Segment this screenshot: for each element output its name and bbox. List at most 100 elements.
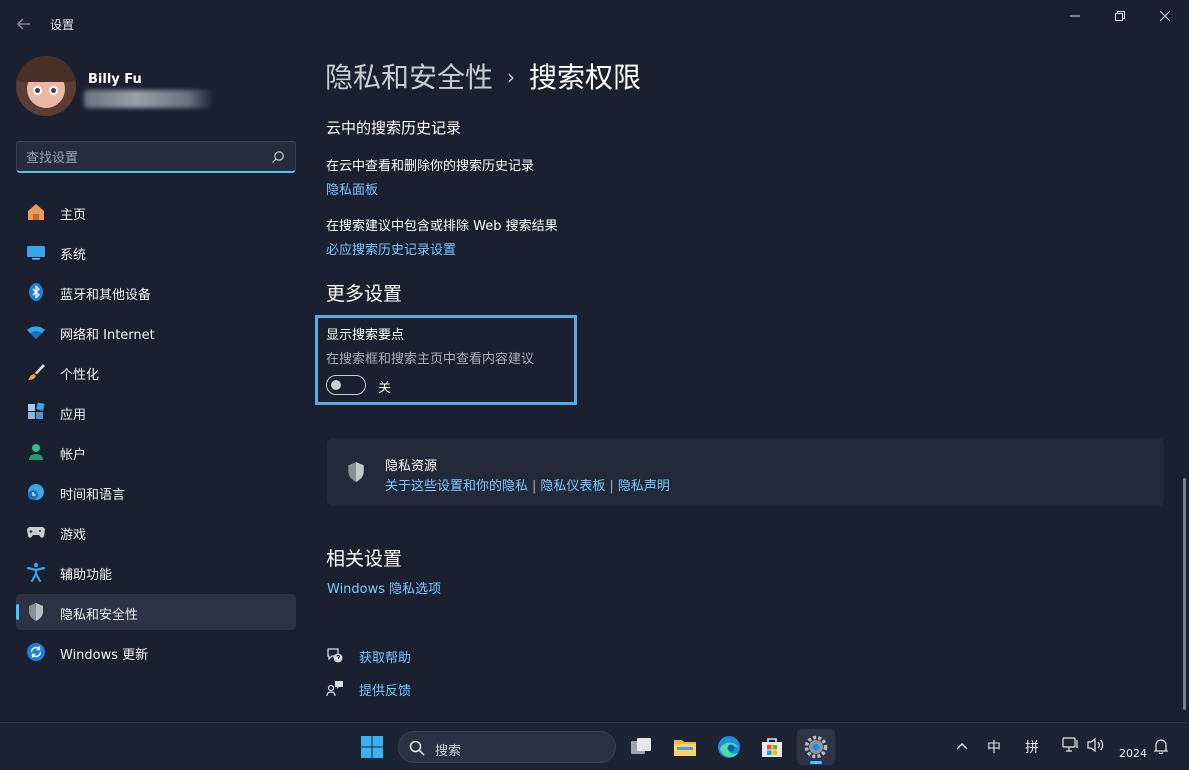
avatar-hair xyxy=(16,56,76,82)
breadcrumb: 隐私和安全性 › 搜索权限 xyxy=(325,56,641,96)
minimize-icon xyxy=(1070,15,1080,17)
sidebar-item-label: 游戏 xyxy=(60,528,87,543)
breadcrumb-separator: › xyxy=(507,65,516,89)
search-input[interactable] xyxy=(26,148,256,168)
user-name: Billy Fu xyxy=(88,72,142,87)
network-icon[interactable] xyxy=(1062,737,1080,753)
apps-icon xyxy=(28,402,45,419)
privacy-statement-link[interactable]: 隐私声明 xyxy=(618,479,670,494)
windows-privacy-options-link[interactable]: Windows 隐私选项 xyxy=(327,578,441,597)
gamepad-icon xyxy=(27,527,45,538)
privacy-resources-card: 隐私资源 关于这些设置和你的隐私 | 隐私仪表板 | 隐私声明 xyxy=(327,438,1164,506)
web-results-description: 在搜索建议中包含或排除 Web 搜索结果 xyxy=(326,219,558,234)
help-icon xyxy=(327,648,343,663)
sidebar-item-network[interactable]: 网络和 Internet xyxy=(16,314,296,350)
bing-history-settings-link[interactable]: 必应搜索历史记录设置 xyxy=(326,239,456,258)
get-help-link[interactable]: 获取帮助 xyxy=(359,647,411,666)
task-view-button[interactable] xyxy=(622,729,660,765)
file-explorer-button[interactable] xyxy=(666,729,704,765)
sidebar-item-label: 时间和语言 xyxy=(60,488,126,503)
sidebar-item-accounts[interactable]: 帐户 xyxy=(16,434,296,470)
search-highlights-description: 在搜索框和搜索主页中查看内容建议 xyxy=(326,352,535,367)
sidebar-item-label: 应用 xyxy=(60,408,87,423)
accessibility-icon xyxy=(26,562,46,582)
close-button[interactable] xyxy=(1142,6,1188,28)
toggle-state-label: 关 xyxy=(378,381,392,396)
sidebar-item-personalization[interactable]: 个性化 xyxy=(16,354,296,390)
title-bar: 设置 xyxy=(0,0,1189,46)
sidebar-item-apps[interactable]: 应用 xyxy=(16,394,296,430)
start-button[interactable] xyxy=(353,729,391,765)
sidebar-item-label: 辅助功能 xyxy=(60,568,113,583)
notification-bell-icon[interactable] xyxy=(1154,738,1168,754)
edge-button[interactable] xyxy=(710,729,748,765)
shield-icon xyxy=(29,603,43,621)
back-arrow-icon xyxy=(17,18,30,30)
breadcrumb-parent[interactable]: 隐私和安全性 xyxy=(325,61,493,94)
back-button[interactable] xyxy=(12,12,36,36)
sidebar-item-accessibility[interactable]: 辅助功能 xyxy=(16,554,296,590)
settings-icon xyxy=(804,735,828,759)
privacy-dashboard-link[interactable]: 隐私面板 xyxy=(326,179,378,198)
sidebar-item-label: 网络和 Internet xyxy=(60,328,155,343)
sidebar-item-label: 个性化 xyxy=(60,368,100,383)
clock-globe-icon xyxy=(28,484,44,500)
link-separator: | xyxy=(532,479,537,494)
user-email-redacted xyxy=(84,90,214,108)
active-indicator xyxy=(810,761,822,764)
cloud-history-description: 在云中查看和删除你的搜索历史记录 xyxy=(326,159,535,174)
taskbar: 搜索 中 拼 2024 xyxy=(0,722,1189,770)
page-title: 搜索权限 xyxy=(529,61,642,94)
task-view-icon xyxy=(631,738,651,754)
restore-icon xyxy=(1115,11,1125,21)
taskbar-clock[interactable]: 2024 xyxy=(1119,747,1147,760)
home-icon xyxy=(28,204,44,220)
feedback-icon xyxy=(326,681,343,697)
chevron-up-icon[interactable] xyxy=(956,741,968,751)
minimize-button[interactable] xyxy=(1052,6,1098,28)
store-button[interactable] xyxy=(753,729,791,765)
sidebar-item-label: 主页 xyxy=(60,208,87,223)
privacy-resources-links: 关于这些设置和你的隐私 | 隐私仪表板 | 隐私声明 xyxy=(385,475,670,494)
ime-language[interactable]: 中 xyxy=(987,737,1001,757)
give-feedback-link[interactable]: 提供反馈 xyxy=(359,680,411,699)
app-title: 设置 xyxy=(50,18,75,32)
sidebar-item-label: 系统 xyxy=(60,248,87,263)
avatar[interactable] xyxy=(16,56,76,116)
sidebar-item-time-language[interactable]: 时间和语言 xyxy=(16,474,296,510)
ime-mode[interactable]: 拼 xyxy=(1025,737,1039,757)
taskbar-search-label: 搜索 xyxy=(435,744,462,759)
restore-button[interactable] xyxy=(1097,6,1143,28)
sidebar-item-gaming[interactable]: 游戏 xyxy=(16,514,296,550)
volume-icon[interactable] xyxy=(1087,737,1105,753)
settings-search[interactable] xyxy=(16,141,296,173)
search-highlights-toggle[interactable] xyxy=(326,375,366,395)
display-icon xyxy=(27,246,45,260)
sidebar-item-bluetooth[interactable]: 蓝牙和其他设备 xyxy=(16,274,296,310)
sidebar-item-home[interactable]: 主页 xyxy=(16,194,296,230)
taskbar-search[interactable]: 搜索 xyxy=(398,731,616,763)
sidebar-nav: 主页 系统 蓝牙和其他设备 网络和 Internet 个性化 应用 帐户 时间和… xyxy=(16,194,296,674)
scrollbar[interactable] xyxy=(1183,478,1186,710)
search-icon[interactable] xyxy=(271,150,285,164)
sidebar-item-system[interactable]: 系统 xyxy=(16,234,296,270)
brush-icon xyxy=(28,364,45,380)
more-settings-heading: 更多设置 xyxy=(326,283,403,305)
sidebar-item-label: Windows 更新 xyxy=(60,648,149,663)
sidebar-item-privacy-security[interactable]: 隐私和安全性 xyxy=(16,594,296,630)
sidebar-item-label: 蓝牙和其他设备 xyxy=(60,288,152,303)
about-privacy-link[interactable]: 关于这些设置和你的隐私 xyxy=(385,479,528,494)
close-icon xyxy=(1159,10,1171,22)
settings-taskbar-button[interactable] xyxy=(797,729,835,765)
wifi-icon xyxy=(27,326,45,339)
search-highlights-title: 显示搜索要点 xyxy=(326,328,405,343)
privacy-resources-title: 隐私资源 xyxy=(385,459,438,474)
settings-window: 设置 Billy Fu 主页 系统 蓝牙和其他设备 xyxy=(0,0,1189,722)
edge-icon xyxy=(718,736,740,758)
sidebar-item-windows-update[interactable]: Windows 更新 xyxy=(16,634,296,670)
cloud-history-heading: 云中的搜索历史记录 xyxy=(326,119,462,137)
privacy-dashboard-resource-link[interactable]: 隐私仪表板 xyxy=(540,479,605,494)
store-icon xyxy=(762,738,782,757)
bluetooth-icon xyxy=(29,283,43,301)
file-explorer-icon xyxy=(674,740,696,756)
